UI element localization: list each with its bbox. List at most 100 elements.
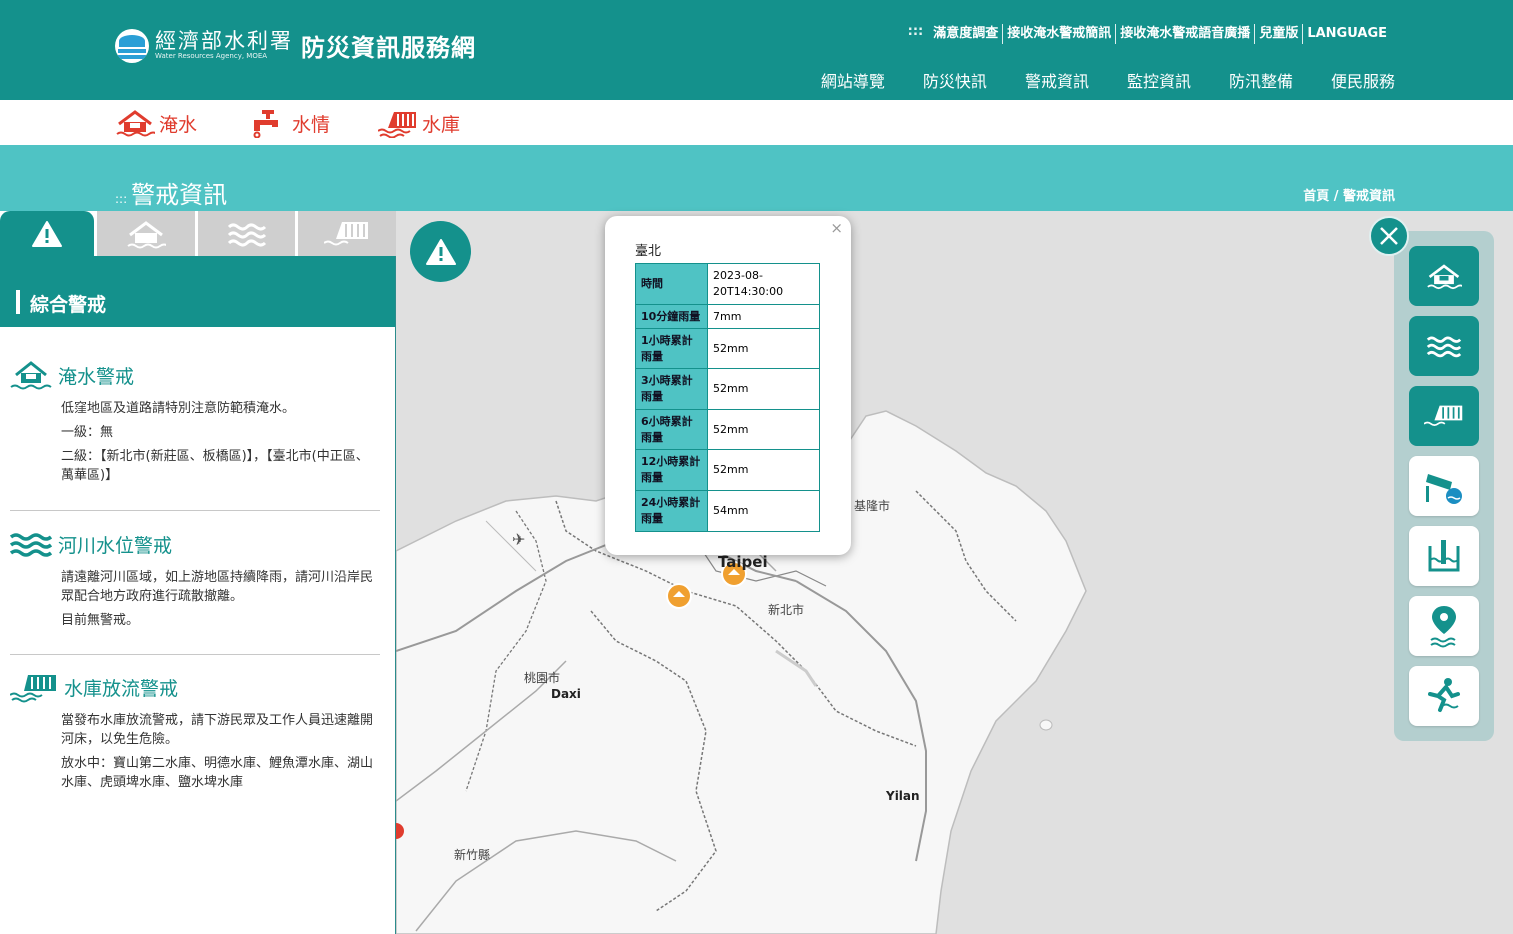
row-key: 24小時累計雨量: [635, 490, 708, 532]
top-link-kids[interactable]: 兒童版: [1255, 24, 1304, 44]
flood-marker-1[interactable]: [666, 583, 692, 609]
map-label-taoyuan: 桃園市: [524, 670, 560, 685]
table-row: 10分鐘雨量 7mm: [635, 304, 820, 329]
layer-river-button[interactable]: [1409, 316, 1479, 376]
layer-flood-button[interactable]: [1409, 246, 1479, 306]
wave-icon: [227, 223, 266, 246]
quick-water[interactable]: 水情: [248, 108, 330, 138]
site-logo[interactable]: 經濟部水利署 Water Resources Agency, MOEA 防災資訊…: [115, 28, 476, 63]
agency-name-en: Water Resources Agency, MOEA: [155, 52, 268, 60]
map-canvas[interactable]: ✈ 基隆市 Taipei 新北市 桃園市 Daxi Yilan 新竹縣: [396, 211, 1513, 934]
map-label-yilan: Yilan: [885, 789, 920, 803]
layer-reservoir-button[interactable]: [1409, 386, 1479, 446]
row-value: 52mm: [707, 368, 820, 410]
top-link-sms[interactable]: 接收淹水警戒簡訊: [1003, 24, 1117, 44]
airport-icon: ✈: [512, 530, 525, 549]
quick-bar: 淹水 水情 水庫: [0, 100, 1513, 145]
row-value: 52mm: [707, 409, 820, 450]
flood-house-icon: [116, 110, 155, 137]
top-links: ::: 滿意度調查 接收淹水警戒簡訊 接收淹水警戒語音廣播 兒童版 LANGUA…: [908, 24, 1391, 44]
tab-flood[interactable]: [97, 211, 195, 256]
table-row: 時間 2023-08-20T14:30:00: [635, 263, 820, 305]
river-alert: 河川水位警戒 請遠離河川區域，如上游地區持續降雨，請河川沿岸民眾配合地方政府進行…: [10, 528, 381, 635]
row-key: 3小時累計雨量: [635, 368, 708, 410]
agency-name: 經濟部水利署: [155, 29, 293, 53]
nav-preparedness[interactable]: 防汛整備: [1229, 68, 1293, 92]
flood-alert-level1: 一級：無: [61, 425, 114, 440]
nav-news[interactable]: 防災快訊: [923, 68, 987, 92]
top-link-survey[interactable]: 滿意度調查: [929, 24, 1004, 44]
row-value: 52mm: [707, 449, 820, 491]
tab-reservoir[interactable]: [298, 211, 396, 256]
warning-icon: [32, 220, 62, 247]
flood-house-icon: [10, 361, 52, 390]
map-label-taipei: Taipei: [718, 553, 768, 571]
row-key: 10分鐘雨量: [635, 304, 708, 329]
layer-evacuation-button[interactable]: [1409, 666, 1479, 726]
flood-house-icon: [127, 220, 166, 248]
tab-general-alert[interactable]: [0, 211, 94, 256]
divider: [10, 654, 380, 655]
map-pin-icon: [1430, 606, 1456, 648]
layer-cctv-button[interactable]: [1409, 456, 1479, 516]
map-label-new-taipei: 新北市: [768, 602, 804, 617]
row-key: 1小時累計雨量: [635, 328, 708, 369]
map-label-hsinchu: 新竹縣: [454, 847, 490, 862]
flood-house-icon: [1427, 264, 1462, 290]
main-nav: 網站導覽 防災快訊 警戒資訊 監控資訊 防汛整備 便民服務: [821, 68, 1395, 92]
dam-icon: [324, 221, 368, 245]
cctv-camera-icon: [1426, 474, 1462, 504]
accesskey-deco[interactable]: :::: [908, 24, 924, 44]
row-value: 7mm: [707, 304, 820, 329]
flood-alert-level2: 二級：【新北市(新莊區、板橋區)】，【臺北市(中正區、萬華區)】: [61, 449, 369, 483]
nav-services[interactable]: 便民服務: [1331, 68, 1395, 92]
map-alert-button[interactable]: [410, 221, 471, 282]
reservoir-alert-status: 放水中：寶山第二水庫、明德水庫、鯉魚潭水庫、湖山水庫、虎頭埤水庫、鹽水埤水庫: [61, 756, 374, 790]
popup-station-name: 臺北: [635, 244, 662, 259]
dam-icon: [378, 112, 416, 138]
dam-icon: [1424, 405, 1463, 426]
flood-alert: 淹水警戒 低窪地區及道路請特別注意防範積淹水。 一級：無 二級：【新北市(新莊區…: [10, 359, 381, 490]
nav-alerts[interactable]: 警戒資訊: [1025, 68, 1089, 92]
layer-water-level-button[interactable]: [1409, 526, 1479, 586]
section-bar: [16, 290, 20, 314]
toolbar-close-button[interactable]: [1369, 216, 1409, 256]
faucet-icon: [253, 110, 278, 138]
quick-reservoir[interactable]: 水庫: [378, 108, 460, 138]
water-gauge-icon: [1428, 540, 1460, 572]
rain-data-table: 時間 2023-08-20T14:30:00 10分鐘雨量 7mm 1小時累計雨…: [635, 263, 820, 532]
reservoir-alert: 水庫放流警戒 當發布水庫放流警戒，請下游民眾及工作人員迅速離開河床，以免生危險。…: [10, 671, 381, 797]
section-title: 綜合警戒: [30, 294, 107, 316]
row-key: 時間: [635, 263, 708, 305]
reservoir-alert-title: 水庫放流警戒: [64, 677, 179, 700]
popup-close-button[interactable]: ×: [830, 219, 843, 237]
map-label-keelung: 基隆市: [854, 498, 890, 513]
evacuation-icon: [1428, 678, 1460, 712]
nav-sitemap[interactable]: 網站導覽: [821, 68, 885, 92]
nav-monitoring[interactable]: 監控資訊: [1127, 68, 1191, 92]
alert-panel: 綜合警戒 淹水警戒 低窪地區及道路請特別注意防範積淹水。 一級：無 二級：【新北…: [0, 211, 396, 934]
row-value: 54mm: [707, 490, 820, 532]
table-row: 24小時累計雨量 54mm: [635, 490, 820, 532]
flood-alert-title: 淹水警戒: [58, 365, 135, 388]
breadcrumb[interactable]: 首頁 / 警戒資訊: [1303, 185, 1395, 204]
quick-water-label: 水情: [292, 113, 331, 136]
top-link-language[interactable]: LANGUAGE: [1303, 24, 1391, 44]
quick-reservoir-label: 水庫: [422, 113, 461, 136]
title-band: ::: 警戒資訊 首頁 / 警戒資訊: [0, 145, 1513, 211]
title-deco: :::: [115, 192, 128, 206]
alert-tabs: [0, 211, 396, 256]
quick-flood[interactable]: 淹水: [115, 108, 197, 138]
map-label-daxi: Daxi: [551, 687, 581, 701]
layer-location-button[interactable]: [1409, 596, 1479, 656]
row-key: 6小時累計雨量: [635, 409, 708, 450]
map-svg: ✈ 基隆市 Taipei 新北市 桃園市 Daxi Yilan 新竹縣: [396, 410, 1087, 934]
row-value: 2023-08-20T14:30:00: [707, 263, 820, 305]
top-link-voice[interactable]: 接收淹水警戒語音廣播: [1116, 24, 1256, 44]
wave-icon: [10, 533, 52, 557]
row-value: 52mm: [707, 328, 820, 369]
row-key: 12小時累計雨量: [635, 449, 708, 491]
page-title: ::: 警戒資訊: [115, 175, 227, 210]
wave-icon: [1426, 336, 1462, 358]
tab-river[interactable]: [198, 211, 295, 256]
